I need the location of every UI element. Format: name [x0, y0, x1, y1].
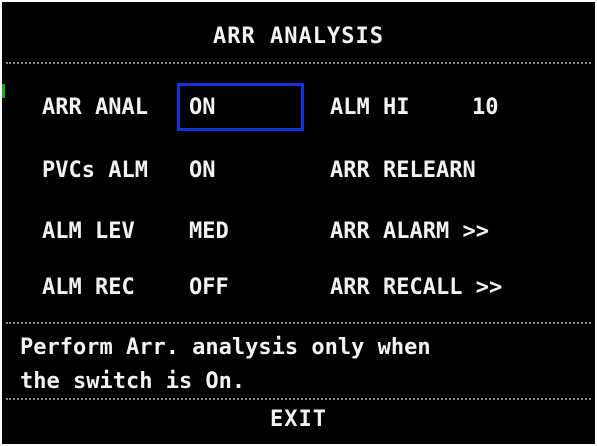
arr-alarm-button[interactable]: ARR ALARM >> [330, 218, 489, 246]
help-divider [6, 322, 591, 324]
alm-rec-value[interactable]: OFF [189, 274, 229, 302]
arr-analysis-dialog: ARR ANALYSIS ARR ANAL ON ALM HI 10 PVCs … [0, 0, 597, 446]
arr-anal-label: ARR ANAL [42, 95, 148, 120]
help-text: Perform Arr. analysis only when the swit… [20, 331, 431, 399]
pvcs-alm-label: PVCs ALM [42, 158, 148, 183]
exit-divider [6, 398, 591, 400]
arr-recall-button[interactable]: ARR RECALL >> [330, 274, 502, 302]
edge-marker [2, 84, 5, 98]
help-line-1: Perform Arr. analysis only when [20, 335, 431, 360]
alm-hi-label: ALM HI [330, 95, 410, 120]
arr-anal-value[interactable]: ON [189, 94, 216, 122]
exit-button[interactable]: EXIT [2, 407, 595, 432]
dialog-title: ARR ANALYSIS [213, 24, 384, 49]
title-divider [6, 62, 591, 64]
alm-rec-label: ALM REC [42, 275, 135, 300]
pvcs-alm-value[interactable]: ON [189, 157, 216, 185]
alm-hi-value[interactable]: 10 [472, 94, 499, 122]
help-line-2: the switch is On. [20, 369, 246, 394]
alm-lev-value[interactable]: MED [189, 218, 229, 246]
alm-lev-label: ALM LEV [42, 219, 135, 244]
arr-relearn-button[interactable]: ARR RELEARN [330, 157, 476, 185]
